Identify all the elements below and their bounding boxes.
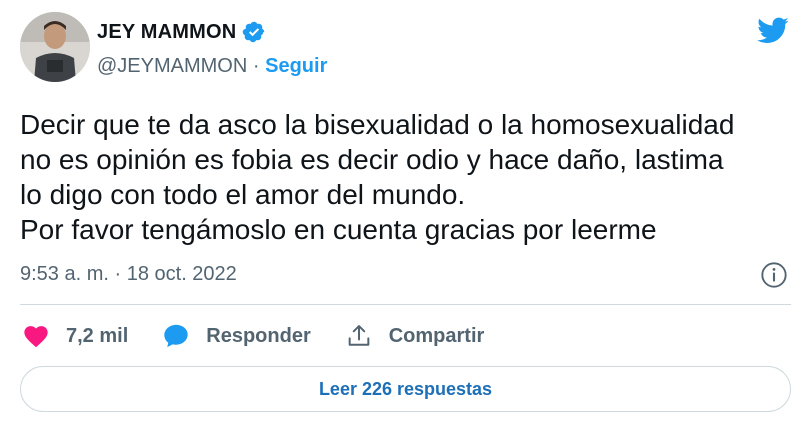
reply-button[interactable]: Responder <box>162 322 311 350</box>
like-button[interactable]: 7,2 mil <box>22 322 128 350</box>
author-handle[interactable]: @JEYMAMMON <box>97 55 247 77</box>
follow-button[interactable]: Seguir <box>265 55 327 77</box>
tweet-line: Decir que te da asco la bisexualidad o l… <box>20 109 735 140</box>
reply-label: Responder <box>206 324 311 347</box>
handle-separator: · <box>252 55 260 77</box>
tweet-line: Por favor tengámoslo en cuenta gracias p… <box>20 214 657 245</box>
author-name[interactable]: JEY MAMMON <box>97 21 236 44</box>
avatar[interactable] <box>20 12 90 82</box>
tweet-timestamp[interactable]: 9:53 a. m. · 18 oct. 2022 <box>20 263 237 286</box>
tweet-line: no es opinión es fobia es decir odio y h… <box>20 144 724 175</box>
heart-icon <box>24 326 48 348</box>
share-label: Compartir <box>388 324 485 347</box>
author-name-row: JEY MAMMON <box>97 20 266 44</box>
share-icon <box>348 325 370 346</box>
tweet-text: Decir que te da asco la bisexualidad o l… <box>20 107 790 247</box>
twitter-bird-icon[interactable] <box>755 14 791 46</box>
tweet-line: lo digo con todo el amor del mundo. <box>20 179 466 210</box>
handle-row: @JEYMAMMON · Seguir <box>97 55 327 78</box>
verified-badge-icon <box>243 21 265 43</box>
speech-bubble-icon <box>164 324 188 348</box>
divider <box>20 304 791 305</box>
info-icon[interactable] <box>760 261 788 289</box>
avatar-image <box>20 12 90 82</box>
share-button[interactable]: Compartir <box>345 322 485 350</box>
like-count: 7,2 mil <box>66 324 129 347</box>
tweet-actions: 7,2 mil Responder Compartir <box>22 318 518 354</box>
read-replies-button[interactable]: Leer 226 respuestas <box>20 366 791 412</box>
